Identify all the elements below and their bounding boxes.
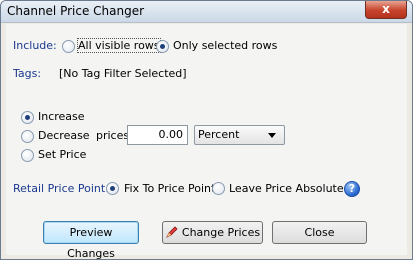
mode-select[interactable]: Percent [194, 125, 285, 145]
preview-changes-button[interactable]: Preview Changes [43, 221, 139, 259]
mode-select-value: Percent [198, 128, 240, 141]
close-label: Close [304, 226, 335, 239]
decrease-radio[interactable] [21, 130, 34, 143]
dialog-body: Include: All visible rows Only selected … [6, 24, 407, 259]
set-price-label[interactable]: Set Price [38, 148, 86, 161]
title-bar: Channel Price Changer x [1, 1, 412, 23]
include-all-visible-radio[interactable] [62, 40, 75, 53]
set-price-radio[interactable] [21, 149, 34, 162]
retail-price-point-label: Retail Price Point: [13, 182, 109, 195]
dialog-window: Channel Price Changer x Include: All vis… [0, 0, 413, 260]
include-only-selected-label[interactable]: Only selected rows [173, 39, 277, 52]
help-icon[interactable]: ? [344, 181, 360, 197]
change-prices-button[interactable]: Change Prices [162, 221, 263, 244]
chevron-down-icon [268, 133, 276, 138]
leave-price-absolute-radio[interactable] [212, 182, 225, 195]
close-button[interactable]: Close [272, 221, 367, 244]
prices-label: prices [96, 129, 130, 142]
increase-radio[interactable] [21, 111, 34, 124]
fix-to-price-point-label[interactable]: Fix To Price Point [124, 182, 215, 195]
preview-changes-label: Preview Changes [67, 226, 115, 260]
close-icon[interactable]: x [365, 1, 407, 19]
include-label: Include: [13, 39, 57, 52]
tags-label: Tags: [13, 67, 42, 80]
decrease-label[interactable]: Decrease [38, 129, 90, 142]
tags-value: [No Tag Filter Selected] [59, 67, 187, 80]
increase-label[interactable]: Increase [38, 110, 85, 123]
amount-input[interactable]: 0.00 [127, 125, 188, 145]
window-title: Channel Price Changer [7, 4, 145, 18]
include-only-selected-radio[interactable] [156, 40, 169, 53]
pen-icon [166, 226, 178, 238]
change-prices-label: Change Prices [181, 226, 261, 239]
fix-to-price-point-radio[interactable] [106, 182, 119, 195]
include-all-visible-label[interactable]: All visible rows [77, 38, 161, 53]
leave-price-absolute-label[interactable]: Leave Price Absolute [229, 182, 344, 195]
